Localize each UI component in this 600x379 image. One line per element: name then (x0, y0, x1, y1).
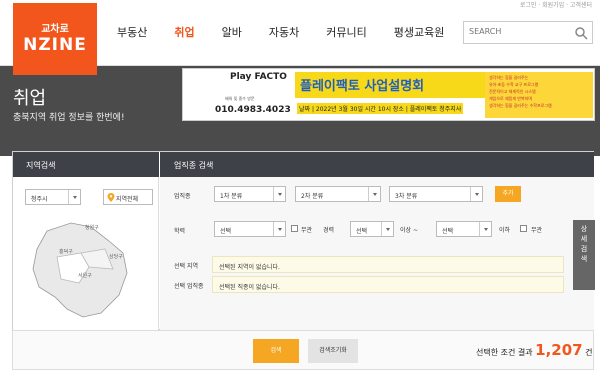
category2-value: 2차 분류 (301, 193, 324, 200)
education-no-matter-label: 무관 (301, 227, 313, 234)
reset-button[interactable]: 검색조기화 (308, 339, 358, 363)
search-input[interactable] (469, 27, 569, 36)
add-category-button[interactable]: 추가 (495, 186, 521, 202)
region-all-button[interactable]: 지역전체 (103, 189, 153, 205)
career-below-label: 이하 (499, 227, 511, 234)
ad-bullet: 유아·초등 수학 교구 프로그램 (489, 82, 539, 87)
ad-bullets: 생각하는 힘을 길러주는 유아·초등 수학 교구 프로그램 전문적이고 체계적인… (485, 72, 593, 118)
education-label: 학력 (174, 228, 186, 235)
logo-top-text: 교차로 (41, 24, 69, 35)
job-pane: 업직종 1차 분류 2차 분류 3차 분류 추가 학력 선택 무관 경력 선택 … (160, 177, 594, 331)
menu-item-parttime[interactable]: 알바 (222, 24, 242, 40)
career-label: 경력 (323, 227, 335, 234)
ad-bullet: 생각하는 힘을 길러주는 수학프로그램 (489, 103, 552, 108)
education-no-matter-checkbox[interactable] (291, 225, 298, 232)
selected-region-text: 선택된 지역이 없습니다. (219, 264, 280, 271)
job-title: 업직종 검색 (174, 161, 214, 170)
detail-search-label: 상세검색 (580, 225, 588, 263)
career-min-select[interactable]: 선택 (350, 221, 394, 237)
career-max-select[interactable]: 선택 (436, 221, 492, 237)
ad-date: 날짜 | 2022년 3월 30일 시간 10시 장소 | 플레이팩토 청주지사 (297, 103, 464, 114)
bottom-bar: 검색 검색조기화 선택한 조건 결과 1,207 건 (12, 330, 594, 370)
chevron-down-icon (68, 190, 80, 204)
selected-region-label: 선택 지역 (174, 263, 198, 270)
logo-main-text: NZINE (23, 35, 87, 55)
menu-item-education[interactable]: 평생교육원 (394, 24, 445, 40)
region-all-label: 지역전체 (116, 196, 139, 203)
chevron-down-icon (470, 187, 482, 201)
ad-bullet: 전문적이고 체계적인 시스템 (489, 89, 536, 94)
chevron-down-icon (381, 222, 393, 236)
region-map[interactable] (27, 217, 157, 321)
search-panel: 지역검색 업직종 검색 청주시 지역전체 청원구 흥덕구 상당구 서원구 업직종… (12, 151, 594, 331)
search-button[interactable]: 검색 (253, 339, 299, 363)
ad-bullet: 생각하는 힘을 길러주는 (489, 75, 529, 80)
job-label: 업직종 (174, 193, 191, 200)
selected-job-text: 선택된 직종이 없습니다. (219, 284, 280, 291)
ad-small-text: 배워 및 중수 방문 (225, 96, 255, 101)
location-pin-icon (107, 193, 115, 202)
main-menu: 부동산 취업 알바 자동차 커뮤니티 평생교육원 (117, 24, 471, 40)
category1-select[interactable]: 1차 분류 (214, 186, 286, 202)
top-links[interactable]: 로그인 · 회원가입 · 고객센터 (520, 0, 592, 9)
region-header: 지역검색 (13, 152, 159, 177)
page-title: 취업 (13, 88, 47, 109)
result-prefix: 선택한 조건 결과 (476, 348, 533, 357)
selected-job-label: 선택 업직종 (174, 283, 204, 290)
ad-headline: 플레이팩토 사업설명회 (300, 79, 425, 94)
selected-region-box: 선택된 지역이 없습니다. (212, 256, 564, 273)
selected-job-box: 선택된 직종이 없습니다. (212, 276, 564, 293)
result-summary: 선택한 조건 결과 1,207 건 (476, 341, 593, 359)
ad-phone: 010.4983.4023 (215, 105, 291, 115)
city-select[interactable]: 청주시 (25, 189, 81, 205)
job-header: 업직종 검색 (160, 152, 594, 177)
search-icon[interactable] (574, 26, 588, 40)
category3-select[interactable]: 3차 분류 (389, 186, 483, 202)
ad-banner[interactable]: Play FACTO 배워 및 중수 방문 010.4983.4023 플레이팩… (182, 68, 595, 121)
career-no-matter-checkbox[interactable] (520, 225, 527, 232)
detail-search-tab[interactable]: 상세검색 (573, 220, 595, 290)
site-logo[interactable]: 교차로 NZINE (13, 3, 97, 75)
page-subtitle: 충북지역 취업 정보를 한번에! (13, 113, 125, 123)
ad-play-logo: Play FACTO (230, 72, 287, 82)
chevron-down-icon (368, 187, 380, 201)
menu-item-jobs[interactable]: 취업 (174, 24, 194, 40)
career-min-value: 선택 (356, 228, 368, 235)
category3-value: 3차 분류 (395, 193, 418, 200)
career-above-label: 이상 ~ (400, 227, 418, 234)
chevron-down-icon (273, 222, 285, 236)
region-title: 지역검색 (26, 161, 56, 170)
career-max-value: 선택 (442, 228, 454, 235)
city-select-value: 청주시 (31, 196, 48, 203)
map-label-heungdeok[interactable]: 흥덕구 (59, 248, 73, 255)
ad-bullet: 게임으로 재밌게 반복하며 (489, 96, 533, 101)
menu-item-cars[interactable]: 자동차 (269, 24, 299, 40)
result-count: 1,207 (535, 341, 583, 359)
menu-item-realestate[interactable]: 부동산 (117, 24, 147, 40)
chevron-down-icon (479, 222, 491, 236)
category2-select[interactable]: 2차 분류 (295, 186, 381, 202)
map-label-cheongwon[interactable]: 청원구 (85, 224, 99, 231)
map-label-seowon[interactable]: 서원구 (78, 272, 92, 279)
result-suffix: 건 (585, 348, 593, 357)
region-pane: 청주시 지역전체 청원구 흥덕구 상당구 서원구 (13, 177, 159, 331)
education-value: 선택 (220, 228, 232, 235)
menu-item-community[interactable]: 커뮤니티 (326, 24, 366, 40)
career-no-matter-label: 무관 (531, 227, 543, 234)
search-box (463, 21, 593, 44)
category1-value: 1차 분류 (220, 193, 243, 200)
page-banner: 취업 충북지역 취업 정보를 한번에! Play FACTO 배워 및 중수 방… (0, 66, 600, 156)
education-select[interactable]: 선택 (214, 221, 286, 237)
chevron-down-icon (273, 187, 285, 201)
map-label-sangdang[interactable]: 상당구 (109, 253, 123, 260)
